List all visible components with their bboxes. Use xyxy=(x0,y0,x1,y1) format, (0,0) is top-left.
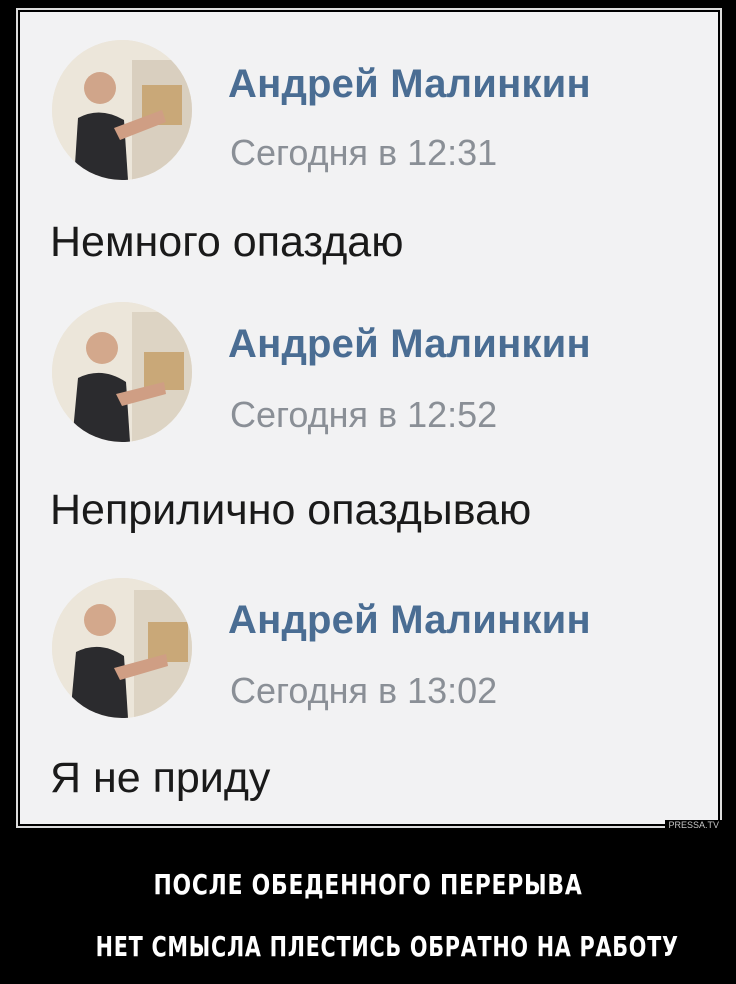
chat-screenshot: Андрей Малинкин Сегодня в 12:31 Немного … xyxy=(20,12,718,824)
message-time: Сегодня в 12:52 xyxy=(230,394,498,435)
caption-line-2: нет смысла плестись обратно на работу xyxy=(95,930,679,963)
avatar[interactable] xyxy=(52,302,192,442)
message-text: Немного опаздаю xyxy=(50,218,404,266)
message-text: Неприлично опаздываю xyxy=(50,486,532,534)
author-name[interactable]: Андрей Малинкин xyxy=(228,62,591,107)
message-text: Я не приду xyxy=(50,754,271,802)
message-time: Сегодня в 12:31 xyxy=(230,132,498,173)
message-time: Сегодня в 13:02 xyxy=(230,670,498,711)
avatar[interactable] xyxy=(52,40,192,180)
watermark: PRESSA.TV xyxy=(665,820,722,831)
avatar-photo-icon xyxy=(52,302,192,442)
caption-line-1: После обеденного перерыва xyxy=(153,868,583,901)
avatar-photo-icon xyxy=(52,40,192,180)
avatar[interactable] xyxy=(52,578,192,718)
avatar-photo-icon xyxy=(52,578,192,718)
author-name[interactable]: Андрей Малинкин xyxy=(228,322,591,367)
author-name[interactable]: Андрей Малинкин xyxy=(228,598,591,643)
